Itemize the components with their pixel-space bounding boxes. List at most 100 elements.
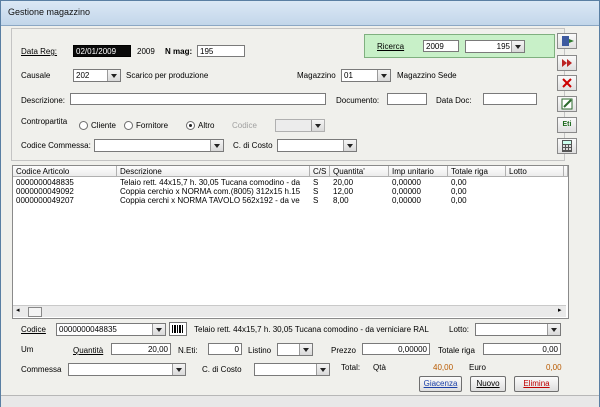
articles-grid[interactable]: Codice Articolo Descrizione C/S Quantita… bbox=[12, 165, 569, 319]
detail-listino-label: Listino bbox=[248, 346, 272, 355]
ricerca-label: Ricerca bbox=[377, 42, 405, 51]
detail-euro-label: Euro bbox=[469, 363, 486, 372]
detail-qta-value: 40,00 bbox=[433, 363, 454, 372]
descrizione-input[interactable] bbox=[70, 93, 326, 105]
radio-altro-label: Altro bbox=[198, 121, 215, 130]
causale-description: Scarico per produzione bbox=[126, 71, 209, 80]
chevron-down-icon bbox=[152, 324, 165, 335]
column-header-codice[interactable]: Codice Articolo bbox=[13, 166, 117, 177]
ricerca-year-input[interactable]: 2009 bbox=[423, 40, 459, 52]
detail-commessa-select[interactable] bbox=[68, 363, 186, 376]
detail-commessa-label: Commessa bbox=[21, 365, 62, 374]
column-header-lotto[interactable]: Lotto bbox=[506, 166, 564, 177]
column-header-s[interactable]: S bbox=[564, 166, 568, 177]
detail-listino-select[interactable] bbox=[277, 343, 313, 356]
detail-lotto-select[interactable] bbox=[475, 323, 561, 336]
cell-imp-unitario: 0,00000 bbox=[392, 178, 421, 187]
data-reg-input[interactable]: 02/01/2009 bbox=[73, 45, 131, 57]
nmag-label: N mag: bbox=[165, 47, 193, 56]
column-header-quantita[interactable]: Quantita' bbox=[330, 166, 389, 177]
chevron-down-icon bbox=[299, 344, 312, 355]
cell-cs: S bbox=[313, 178, 319, 187]
datadoc-input[interactable] bbox=[483, 93, 537, 105]
column-header-totale-riga[interactable]: Totale riga bbox=[448, 166, 506, 177]
giacenza-button[interactable]: Giacenza bbox=[419, 376, 462, 392]
detail-articolo-description: Telaio rett. 44x15,7 h. 30,05 Tucana com… bbox=[194, 325, 429, 334]
eti-icon: Eti bbox=[562, 121, 572, 128]
ricerca-number-value: 195 bbox=[496, 42, 510, 51]
radio-altro[interactable] bbox=[186, 121, 195, 130]
detail-neti-label: N.Eti: bbox=[178, 346, 198, 355]
nuovo-button-label: Nuovo bbox=[476, 379, 500, 388]
datadoc-label: Data Doc: bbox=[436, 96, 472, 105]
chevron-down-icon bbox=[316, 364, 329, 375]
causale-value: 202 bbox=[76, 71, 90, 80]
chevron-down-icon bbox=[107, 70, 120, 81]
detail-cdicosto-select[interactable] bbox=[254, 363, 330, 376]
contropartita-codice-select[interactable] bbox=[275, 119, 325, 132]
detail-cdicosto-label: C. di Costo bbox=[202, 365, 242, 374]
header-cdicosto-label: C. di Costo bbox=[233, 141, 273, 150]
barcode-icon bbox=[172, 325, 183, 333]
detail-lotto-label: Lotto: bbox=[449, 325, 470, 334]
scrollbar-thumb[interactable] bbox=[28, 307, 42, 317]
detail-codice-label: Codice bbox=[21, 325, 46, 334]
nmag-input[interactable]: 195 bbox=[197, 45, 245, 57]
column-header-cs[interactable]: C/S bbox=[310, 166, 330, 177]
next-button[interactable] bbox=[557, 55, 577, 71]
elimina-button[interactable]: Elimina bbox=[514, 376, 559, 392]
magazzino-value: 01 bbox=[344, 71, 353, 80]
magazzino-select[interactable]: 01 bbox=[341, 69, 391, 82]
calculator-button[interactable] bbox=[557, 138, 577, 154]
detail-neti-input[interactable]: 0 bbox=[208, 343, 242, 355]
magazzino-label: Magazzino bbox=[297, 71, 336, 80]
radio-fornitore-label: Fornitore bbox=[136, 121, 169, 130]
radio-fornitore[interactable] bbox=[124, 121, 133, 130]
radio-cliente-label: Cliente bbox=[91, 121, 116, 130]
cell-imp-unitario: 0,00000 bbox=[392, 187, 421, 196]
cell-descrizione: Coppia cerchi x NORMA TAVOLO 562x192 - d… bbox=[120, 196, 300, 205]
chevron-down-icon bbox=[343, 140, 356, 151]
nuovo-button[interactable]: Nuovo bbox=[470, 376, 506, 392]
eti-button[interactable]: Eti bbox=[557, 117, 577, 133]
column-header-imp-unitario[interactable]: Imp unitario bbox=[389, 166, 448, 177]
detail-prezzo-input[interactable]: 0,00000 bbox=[362, 343, 430, 355]
contropartita-label: Contropartita bbox=[21, 117, 68, 126]
scroll-right-icon[interactable]: ▸ bbox=[558, 306, 562, 314]
detail-qta-label: Qtà bbox=[373, 363, 386, 372]
exit-button[interactable] bbox=[557, 33, 577, 49]
edit-button[interactable] bbox=[557, 96, 577, 112]
ricerca-number-select[interactable]: 195 bbox=[465, 40, 525, 53]
column-header-descrizione[interactable]: Descrizione bbox=[117, 166, 310, 177]
delete-button[interactable] bbox=[557, 75, 577, 91]
status-bar bbox=[1, 395, 599, 407]
cell-codice: 0000000049092 bbox=[16, 187, 74, 196]
codice-label-disabled: Codice bbox=[232, 121, 257, 130]
codice-commessa-select[interactable] bbox=[94, 139, 224, 152]
chevron-down-icon bbox=[547, 324, 560, 335]
causale-select[interactable]: 202 bbox=[73, 69, 121, 82]
edit-icon bbox=[561, 98, 573, 110]
title-bar: Gestione magazzino bbox=[1, 1, 599, 26]
detail-quantita-input[interactable]: 20,00 bbox=[111, 343, 171, 355]
detail-totale-riga-label: Totale riga bbox=[438, 346, 475, 355]
detail-quantita-label: Quantità bbox=[73, 346, 104, 355]
exit-icon bbox=[562, 36, 574, 46]
scroll-left-icon[interactable]: ◂ bbox=[16, 306, 20, 314]
cell-totale-riga: 0,00 bbox=[451, 187, 467, 196]
cell-quantita: 12,00 bbox=[333, 187, 354, 196]
app-window: Gestione magazzino Data Reg: 02/01/2009 … bbox=[0, 0, 600, 407]
documento-input[interactable] bbox=[387, 93, 427, 105]
chevron-down-icon bbox=[511, 41, 524, 52]
header-cdicosto-select[interactable] bbox=[277, 139, 357, 152]
data-reg-label: Data Reg: bbox=[21, 47, 58, 56]
cell-descrizione: Coppia cerchio x NORMA com.(8005) 312x15… bbox=[120, 187, 301, 196]
grid-horizontal-scrollbar[interactable]: ◂ ▸ bbox=[13, 305, 566, 317]
descrizione-label: Descrizione: bbox=[21, 96, 66, 105]
detail-totale-riga-input[interactable]: 0,00 bbox=[483, 343, 561, 355]
cell-totale-riga: 0,00 bbox=[451, 178, 467, 187]
barcode-button[interactable] bbox=[169, 322, 187, 336]
detail-codice-select[interactable]: 0000000048835 bbox=[56, 323, 166, 336]
chevron-down-icon bbox=[311, 120, 324, 131]
radio-cliente[interactable] bbox=[79, 121, 88, 130]
